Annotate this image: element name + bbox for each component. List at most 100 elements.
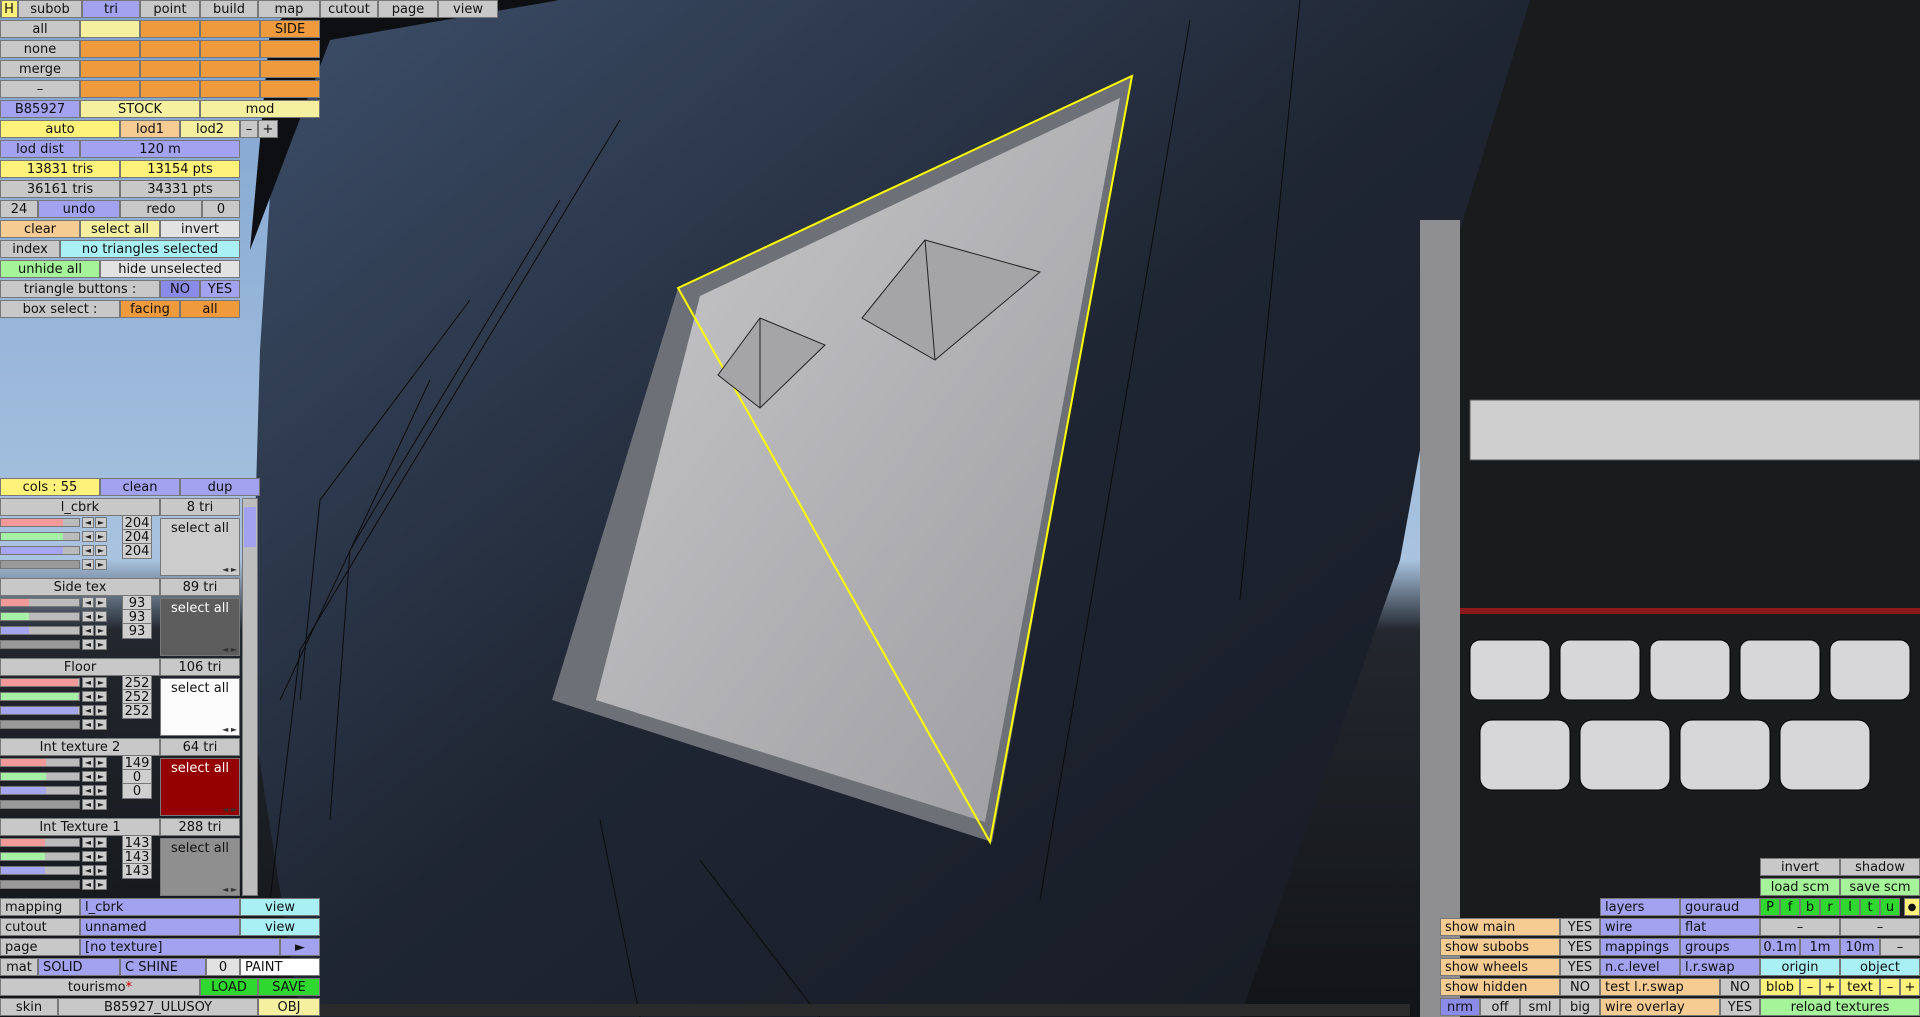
tab-page[interactable]: page (378, 0, 438, 18)
channel-value-b[interactable]: 204 (122, 543, 152, 559)
object-button[interactable]: object (1840, 958, 1920, 976)
tab-map[interactable]: map (258, 0, 320, 18)
increment-arrow-icon[interactable]: ► (95, 851, 107, 862)
material-select-all[interactable]: select all (161, 839, 239, 856)
show-hidden-value[interactable]: NO (1560, 978, 1600, 996)
channel-slider-track[interactable] (0, 626, 80, 635)
index-button[interactable]: index (0, 240, 60, 258)
decrement-arrow-icon[interactable]: ◄ (82, 531, 94, 542)
text-plus-button[interactable]: + (1900, 978, 1920, 996)
show-subobs-value[interactable]: YES (1560, 938, 1600, 956)
tab-point[interactable]: point (140, 0, 200, 18)
increment-arrow-icon[interactable]: ► (95, 785, 107, 796)
lod-cell[interactable] (200, 80, 260, 98)
channel-slider-track[interactable] (0, 612, 80, 621)
dash-button-2[interactable]: – (1840, 918, 1920, 936)
hide-unselected-button[interactable]: hide unselected (100, 260, 240, 278)
decrement-arrow-icon[interactable]: ◄ (82, 851, 94, 862)
off-size-button[interactable]: off (1480, 998, 1520, 1016)
c-shine-button[interactable]: C SHINE (120, 958, 206, 976)
channel-value-b[interactable]: 93 (122, 623, 152, 639)
show-hidden-label[interactable]: show hidden (1440, 978, 1560, 996)
layer-flag-r[interactable]: r (1820, 898, 1840, 916)
tab-build[interactable]: build (200, 0, 258, 18)
tab-cutout[interactable]: cutout (320, 0, 378, 18)
lod-side-label[interactable]: SIDE (260, 20, 320, 38)
3d-viewport[interactable] (0, 0, 1920, 1017)
text-minus-button[interactable]: – (1880, 978, 1900, 996)
clean-button[interactable]: clean (100, 478, 180, 496)
layers-button[interactable]: layers (1600, 898, 1680, 916)
reload-textures-button[interactable]: reload textures (1760, 998, 1920, 1016)
mappings-button[interactable]: mappings (1600, 938, 1680, 956)
grid-0-1m-button[interactable]: 0.1m (1760, 938, 1800, 956)
swatch-arrows-icon[interactable]: ◄ ► (222, 645, 237, 654)
material-swatch[interactable]: select all ◄ ► (160, 598, 240, 656)
decrement-arrow-icon[interactable]: ◄ (82, 559, 94, 570)
decrement-arrow-icon[interactable]: ◄ (82, 597, 94, 608)
material-name[interactable]: Floor (0, 658, 160, 676)
swatch-arrows-icon[interactable]: ◄ ► (222, 805, 237, 814)
channel-value-b[interactable]: 143 (122, 863, 152, 879)
show-wheels-label[interactable]: show wheels (1440, 958, 1560, 976)
grid-1m-button[interactable]: 1m (1800, 938, 1840, 956)
dash-button-1[interactable]: – (1760, 918, 1840, 936)
layer-flag-t[interactable]: t (1860, 898, 1880, 916)
show-subobs-label[interactable]: show subobs (1440, 938, 1560, 956)
decrement-arrow-icon[interactable]: ◄ (82, 625, 94, 636)
channel-slider-track[interactable] (0, 758, 80, 767)
tab-subob[interactable]: subob (18, 0, 82, 18)
lod-cell[interactable] (260, 80, 320, 98)
increment-arrow-icon[interactable]: ► (95, 719, 107, 730)
channel-slider-track[interactable] (0, 838, 80, 847)
increment-arrow-icon[interactable]: ► (95, 677, 107, 688)
decrement-arrow-icon[interactable]: ◄ (82, 691, 94, 702)
flat-button[interactable]: flat (1680, 918, 1760, 936)
increment-arrow-icon[interactable]: ► (95, 879, 107, 890)
channel-slider-track[interactable] (0, 852, 80, 861)
channel-slider-track[interactable] (0, 692, 80, 701)
channel-slider-track[interactable] (0, 880, 80, 889)
decrement-arrow-icon[interactable]: ◄ (82, 639, 94, 650)
groups-button[interactable]: groups (1680, 938, 1760, 956)
blob-minus-button[interactable]: – (1800, 978, 1820, 996)
grid-10m-button[interactable]: 10m (1840, 938, 1880, 956)
decrement-arrow-icon[interactable]: ◄ (82, 757, 94, 768)
skin-value[interactable]: B85927_ULUSOY (58, 998, 258, 1016)
increment-arrow-icon[interactable]: ► (95, 799, 107, 810)
layer-flag-l[interactable]: l (1840, 898, 1860, 916)
channel-value-b[interactable]: 252 (122, 703, 152, 719)
lod-row-merge[interactable]: merge (0, 60, 80, 78)
load-button[interactable]: LOAD (200, 978, 258, 996)
lod-cell[interactable] (260, 40, 320, 58)
triangle-buttons-no[interactable]: NO (160, 280, 200, 298)
increment-arrow-icon[interactable]: ► (95, 559, 107, 570)
lod-cell[interactable] (140, 40, 200, 58)
save-scm-button[interactable]: save scm (1840, 878, 1920, 896)
channel-slider-track[interactable] (0, 598, 80, 607)
material-swatch[interactable]: select all ◄ ► (160, 758, 240, 816)
channel-slider-track[interactable] (0, 518, 80, 527)
decrement-arrow-icon[interactable]: ◄ (82, 611, 94, 622)
wire-button[interactable]: wire (1600, 918, 1680, 936)
material-swatch[interactable]: select all ◄ ► (160, 518, 240, 576)
undo-button[interactable]: undo (38, 200, 120, 218)
show-main-value[interactable]: YES (1560, 918, 1600, 936)
increment-arrow-icon[interactable]: ► (95, 705, 107, 716)
tab-tri[interactable]: tri (82, 0, 140, 18)
decrement-arrow-icon[interactable]: ◄ (82, 705, 94, 716)
increment-arrow-icon[interactable]: ► (95, 531, 107, 542)
channel-slider-track[interactable] (0, 640, 80, 649)
decrement-arrow-icon[interactable]: ◄ (82, 865, 94, 876)
blob-plus-button[interactable]: + (1820, 978, 1840, 996)
channel-slider-track[interactable] (0, 772, 80, 781)
material-select-all[interactable]: select all (161, 599, 239, 616)
lod-cell[interactable] (80, 40, 140, 58)
lod-cell[interactable] (200, 20, 260, 38)
load-scm-button[interactable]: load scm (1760, 878, 1840, 896)
lod-cell[interactable] (80, 60, 140, 78)
material-swatch[interactable]: select all ◄ ► (160, 838, 240, 896)
mapping-value[interactable]: l_cbrk (80, 898, 240, 916)
lod-cell[interactable] (140, 80, 200, 98)
channel-slider-track[interactable] (0, 800, 80, 809)
